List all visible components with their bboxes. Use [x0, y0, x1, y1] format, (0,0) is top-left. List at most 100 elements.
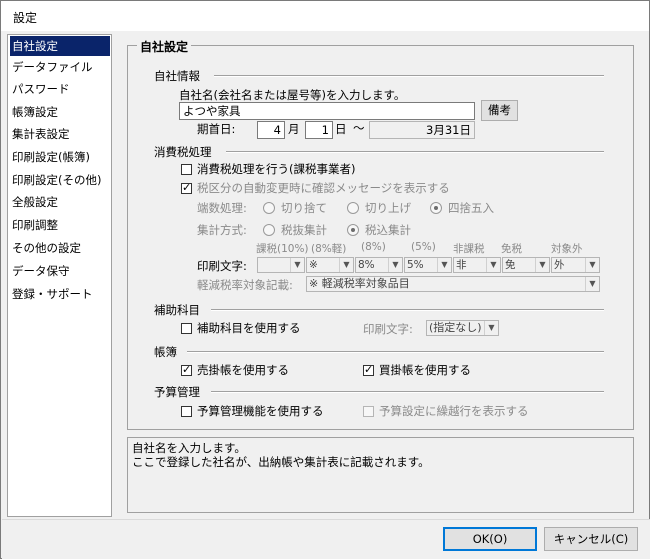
section-divider: [214, 75, 604, 77]
receivable-label: 売掛帳を使用する: [197, 363, 289, 377]
title-bar: 設定: [1, 1, 649, 31]
rounding-label: 端数処理:: [197, 201, 247, 215]
section-aux-account: 補助科目: [154, 302, 206, 318]
section-consumption-tax: 消費税処理: [154, 144, 218, 160]
print-char-combo-8[interactable]: 8% ▼: [355, 257, 403, 273]
budget-carry-label: 予算設定に繰越行を表示する: [379, 404, 529, 418]
col-header-5: (5%): [411, 241, 436, 253]
reduced-rate-combo[interactable]: ※ 軽減税率対象品目 ▼: [306, 276, 600, 292]
day-unit: 日: [335, 122, 347, 136]
payable-checkbox[interactable]: ✓: [363, 363, 374, 376]
panel-title: 自社設定: [137, 38, 192, 55]
use-aux-label: 補助科目を使用する: [197, 321, 301, 335]
col-header-exempt: 非課税: [453, 243, 485, 255]
receivable-checkbox[interactable]: ✓: [181, 363, 192, 376]
print-char-combo-excluded[interactable]: 外 ▼: [551, 257, 600, 273]
note-button[interactable]: 備考: [481, 100, 518, 121]
tax-confirm-label: 税区分の自動変更時に確認メッセージを表示する: [197, 181, 450, 195]
chevron-down-icon: ▼: [339, 258, 353, 272]
sidebar-item-support[interactable]: 登録・サポート: [10, 284, 110, 304]
end-date-field: 3月31日: [369, 121, 475, 139]
rounding-round-radio[interactable]: [430, 202, 442, 214]
reduced-rate-label: 軽減税率対象記載:: [197, 278, 293, 292]
col-header-excluded: 対象外: [551, 243, 583, 255]
sidebar-item-print-ledger[interactable]: 印刷設定(帳簿): [10, 147, 110, 167]
rounding-ceil-label: 切り上げ: [365, 201, 411, 215]
use-budget-checkbox[interactable]: [181, 406, 192, 417]
col-header-8-reduced: (8%軽): [311, 243, 347, 255]
budget-carry-checkbox[interactable]: [363, 406, 374, 417]
chevron-down-icon: ▼: [585, 258, 599, 272]
method-incl-label: 税込集計: [365, 223, 411, 237]
sidebar-item-other[interactable]: その他の設定: [10, 238, 110, 258]
settings-window: 設定 自社設定 データファイル パスワード 帳簿設定 集計表設定 印刷設定(帳簿…: [0, 0, 650, 559]
method-excl-radio[interactable]: [263, 224, 275, 236]
check-icon: ✓: [364, 363, 374, 376]
chevron-down-icon: ▼: [535, 258, 549, 272]
sidebar-item-password[interactable]: パスワード: [10, 79, 110, 99]
month-unit: 月: [288, 122, 300, 136]
company-name-input[interactable]: よつや家具: [179, 102, 475, 120]
sidebar-item-maintenance[interactable]: データ保守: [10, 261, 110, 281]
aux-print-combo[interactable]: (指定なし) ▼: [426, 320, 499, 336]
use-tax-label: 消費税処理を行う(課税事業者): [197, 162, 356, 176]
help-text-line: ここで登録した社名が、出納帳や集計表に記載されます。: [132, 455, 430, 469]
cancel-button[interactable]: キャンセル(C): [544, 527, 638, 551]
sidebar-item-print-adjust[interactable]: 印刷調整: [10, 215, 110, 235]
method-incl-radio[interactable]: [347, 224, 359, 236]
section-budget: 予算管理: [154, 384, 206, 400]
sidebar-item-summary[interactable]: 集計表設定: [10, 124, 110, 144]
chevron-down-icon: ▼: [388, 258, 402, 272]
sidebar-nav: 自社設定 データファイル パスワード 帳簿設定 集計表設定 印刷設定(帳簿) 印…: [7, 34, 112, 517]
use-aux-checkbox[interactable]: [181, 323, 192, 334]
print-char-combo-8-reduced[interactable]: ※ ▼: [306, 257, 354, 273]
section-divider: [211, 309, 604, 311]
col-header-taxfree: 免税: [501, 243, 522, 255]
print-char-combo-exempt[interactable]: 非 ▼: [453, 257, 501, 273]
chevron-down-icon: ▼: [585, 277, 599, 291]
sidebar-item-company[interactable]: 自社設定: [10, 36, 110, 56]
ok-button[interactable]: OK(O): [443, 527, 537, 551]
sidebar-item-print-other[interactable]: 印刷設定(その他): [10, 170, 110, 190]
rounding-ceil-radio[interactable]: [347, 202, 359, 214]
chevron-down-icon: ▼: [484, 321, 498, 335]
company-name-label: 自社名(会社名または屋号等)を入力します。: [179, 88, 406, 102]
help-text-box: 自社名を入力します。 ここで登録した社名が、出納帳や集計表に記載されます。: [127, 437, 634, 513]
use-budget-label: 予算管理機能を使用する: [197, 404, 324, 418]
col-header-8: (8%): [361, 241, 386, 253]
section-divider: [211, 391, 604, 393]
col-header-10: 課税(10%): [256, 243, 309, 255]
chevron-down-icon: ▼: [437, 258, 451, 272]
chevron-down-icon: ▼: [486, 258, 500, 272]
help-text-line: 自社名を入力します。: [132, 441, 246, 455]
radio-selected-dot: [434, 206, 438, 210]
start-day-input[interactable]: 1: [305, 121, 333, 139]
rounding-floor-radio[interactable]: [263, 202, 275, 214]
print-chars-label: 印刷文字:: [197, 259, 247, 273]
check-icon: ✓: [182, 181, 192, 194]
aux-print-label: 印刷文字:: [363, 322, 413, 336]
print-char-combo-5[interactable]: 5% ▼: [404, 257, 452, 273]
rounding-round-label: 四捨五入: [448, 201, 494, 215]
print-char-combo-taxfree[interactable]: 免 ▼: [502, 257, 550, 273]
window-title: 設定: [13, 11, 38, 25]
section-company-info: 自社情報: [154, 68, 206, 84]
tax-confirm-checkbox[interactable]: ✓: [181, 181, 192, 194]
section-divider: [226, 151, 604, 153]
payable-label: 買掛帳を使用する: [379, 363, 471, 377]
chevron-down-icon: ▼: [290, 258, 304, 272]
start-date-label: 期首日:: [197, 122, 236, 136]
use-tax-checkbox[interactable]: [181, 164, 192, 175]
sidebar-item-general[interactable]: 全般設定: [10, 192, 110, 212]
section-ledger: 帳簿: [154, 344, 183, 360]
method-excl-label: 税抜集計: [281, 223, 327, 237]
sidebar-item-ledger[interactable]: 帳簿設定: [10, 102, 110, 122]
start-month-input[interactable]: 4: [257, 121, 285, 139]
rounding-floor-label: 切り捨て: [281, 201, 327, 215]
check-icon: ✓: [182, 363, 192, 376]
sidebar-item-data-file[interactable]: データファイル: [10, 57, 110, 77]
range-tilde: 〜: [353, 121, 365, 135]
method-label: 集計方式:: [197, 223, 247, 237]
radio-selected-dot: [351, 228, 355, 232]
print-char-combo-10[interactable]: ▼: [257, 257, 305, 273]
